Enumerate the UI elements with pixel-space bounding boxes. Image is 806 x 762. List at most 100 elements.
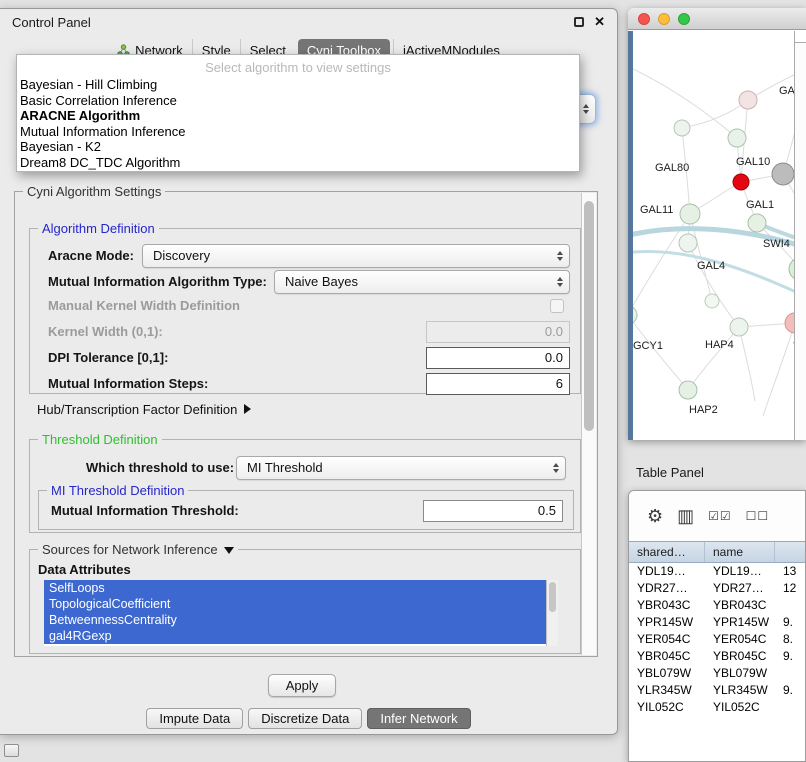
manual-kernel-label: Manual Kernel Width Definition xyxy=(48,297,240,315)
collapsed-arrow-icon xyxy=(244,404,251,414)
attributes-list-scrollbar[interactable] xyxy=(546,580,558,646)
node-hap2[interactable] xyxy=(679,381,697,399)
algorithm-option[interactable]: Bayesian - K2 xyxy=(17,139,579,155)
bottom-tab-infer-network[interactable]: Infer Network xyxy=(367,708,470,729)
node-left-upper[interactable] xyxy=(674,120,690,136)
mi-threshold-group-title: MI Threshold Definition xyxy=(47,483,188,498)
network-edge[interactable] xyxy=(688,327,739,390)
table-cell: YDR27… xyxy=(705,580,775,597)
which-threshold-label: Which threshold to use: xyxy=(86,456,234,480)
node-red[interactable] xyxy=(733,174,749,190)
scrollbar-thumb[interactable] xyxy=(584,201,594,431)
table-cell: 9. xyxy=(775,648,805,665)
mi-threshold-input[interactable]: 0.5 xyxy=(423,500,563,522)
settings-scrollbar[interactable] xyxy=(581,193,596,655)
column-header[interactable]: shared… xyxy=(629,542,705,562)
algorithm-definition-title: Algorithm Definition xyxy=(38,221,159,236)
stepper-icon xyxy=(557,277,563,287)
network-canvas[interactable]: GALGAL80GAL10GAL11GAL1SWI4GAL4GCY1HAP4HA… xyxy=(633,31,794,440)
network-edge[interactable] xyxy=(739,327,755,401)
mi-steps-input[interactable]: 6 xyxy=(426,373,570,395)
table-cell: YPR145W xyxy=(629,614,705,631)
table-row[interactable]: YDR27…YDR27…12 xyxy=(629,580,805,597)
aracne-mode-select[interactable]: Discovery xyxy=(142,244,570,268)
mi-threshold-label: Mutual Information Threshold: xyxy=(51,500,239,522)
node-above-gal10[interactable] xyxy=(728,129,746,147)
network-edge[interactable] xyxy=(682,100,748,128)
mi-steps-label: Mutual Information Steps: xyxy=(48,373,208,395)
float-window-icon[interactable] xyxy=(574,17,584,27)
zoom-button[interactable] xyxy=(678,13,690,25)
which-threshold-select[interactable]: MI Threshold xyxy=(236,456,566,480)
network-window-titlebar[interactable] xyxy=(628,8,806,30)
table-row[interactable]: YBR043CYBR043C xyxy=(629,597,805,614)
node-pink-right[interactable] xyxy=(785,313,794,333)
node-gal1[interactable] xyxy=(748,214,766,232)
checked-columns-icon[interactable]: ☑☑ xyxy=(708,509,732,523)
node-label: GAL4 xyxy=(697,260,725,272)
table-cell: YBR043C xyxy=(705,597,775,614)
attribute-item[interactable]: SelfLoops xyxy=(44,580,546,596)
bottom-tab-discretize-data[interactable]: Discretize Data xyxy=(248,708,362,729)
node-center-small[interactable] xyxy=(705,294,719,308)
table-row[interactable]: YDL19…YDL19…13 xyxy=(629,563,805,580)
minimize-button[interactable] xyxy=(658,13,670,25)
mi-type-select[interactable]: Naive Bayes xyxy=(274,270,570,294)
table-row[interactable]: YLR345WYLR345W9. xyxy=(629,682,805,699)
kernel-width-input[interactable]: 0.0 xyxy=(426,321,570,343)
node-label: GAL1 xyxy=(746,199,774,211)
close-window-icon[interactable]: ✕ xyxy=(594,17,605,27)
algorithm-option[interactable]: ARACNE Algorithm xyxy=(17,108,579,124)
algorithm-definition-group: Algorithm Definition Aracne Mode: Discov… xyxy=(29,228,581,394)
dpi-tolerance-input[interactable]: 0.0 xyxy=(426,347,570,369)
threshold-definition-group: Threshold Definition Which threshold to … xyxy=(29,439,581,533)
node-gray[interactable] xyxy=(772,163,794,185)
manual-kernel-checkbox[interactable] xyxy=(550,299,564,313)
network-vertical-scrollbar[interactable] xyxy=(794,31,806,440)
sources-group-title[interactable]: Sources for Network Inference xyxy=(38,542,238,557)
node-gal4[interactable] xyxy=(679,234,697,252)
algorithm-option[interactable]: Bayesian - Hill Climbing xyxy=(17,77,579,93)
table-row[interactable]: YBR045CYBR045C9. xyxy=(629,648,805,665)
settings-group-title: Cyni Algorithm Settings xyxy=(23,184,165,199)
node-gal11[interactable] xyxy=(680,204,700,224)
algorithm-option[interactable]: Dream8 DC_TDC Algorithm xyxy=(17,155,579,171)
algorithm-dropdown-popup: Select algorithm to view settings Bayesi… xyxy=(16,54,580,172)
table-row[interactable]: YBL079WYBL079W xyxy=(629,665,805,682)
algorithm-option[interactable]: Basic Correlation Inference xyxy=(17,93,579,109)
scrollbar-thumb[interactable] xyxy=(549,582,556,612)
table-row[interactable]: YPR145WYPR145W9. xyxy=(629,614,805,631)
table-cell: 13 xyxy=(775,563,805,580)
network-edge[interactable] xyxy=(633,315,688,390)
minimized-panel-icon[interactable] xyxy=(4,744,19,757)
expanded-arrow-icon xyxy=(224,547,234,554)
network-edge[interactable] xyxy=(633,251,794,299)
node-label: SWI4 xyxy=(763,238,790,250)
data-attributes-list[interactable]: SelfLoopsTopologicalCoefficientBetweenne… xyxy=(44,580,558,646)
column-header[interactable]: name xyxy=(705,542,775,562)
node-pink-top[interactable] xyxy=(739,91,757,109)
table-row[interactable]: YIL052CYIL052C xyxy=(629,699,805,716)
node-label: HAP2 xyxy=(689,404,718,416)
bottom-tab-impute-data[interactable]: Impute Data xyxy=(146,708,243,729)
table-row[interactable]: YER054CYER054C8. xyxy=(629,631,805,648)
mi-type-label: Mutual Information Algorithm Type: xyxy=(48,270,267,294)
scrollbar-corner-box[interactable] xyxy=(795,31,806,43)
algorithm-option[interactable]: Mutual Information Inference xyxy=(17,124,579,140)
table-cell: YBR043C xyxy=(629,597,705,614)
apply-button[interactable]: Apply xyxy=(268,674,336,697)
table-cell: YBR045C xyxy=(705,648,775,665)
control-panel-titlebar: Control Panel ✕ xyxy=(0,9,617,35)
unchecked-columns-icon[interactable]: ☐☐ xyxy=(746,509,770,523)
settings-gear-icon[interactable]: ⚙ xyxy=(647,506,663,527)
attribute-item[interactable]: TopologicalCoefficient xyxy=(44,596,546,612)
attribute-item[interactable]: gal4RGexp xyxy=(44,628,546,644)
close-button[interactable] xyxy=(638,13,650,25)
network-edge[interactable] xyxy=(763,323,794,416)
hub-factor-section-toggle[interactable]: Hub/Transcription Factor Definition xyxy=(37,400,251,418)
attribute-item[interactable]: BetweennessCentrality xyxy=(44,612,546,628)
node-gcy1[interactable] xyxy=(633,306,637,324)
node-hap4[interactable] xyxy=(730,318,748,336)
kernel-width-label: Kernel Width (0,1): xyxy=(48,321,163,343)
column-chooser-icon[interactable]: ▥ xyxy=(677,506,694,527)
